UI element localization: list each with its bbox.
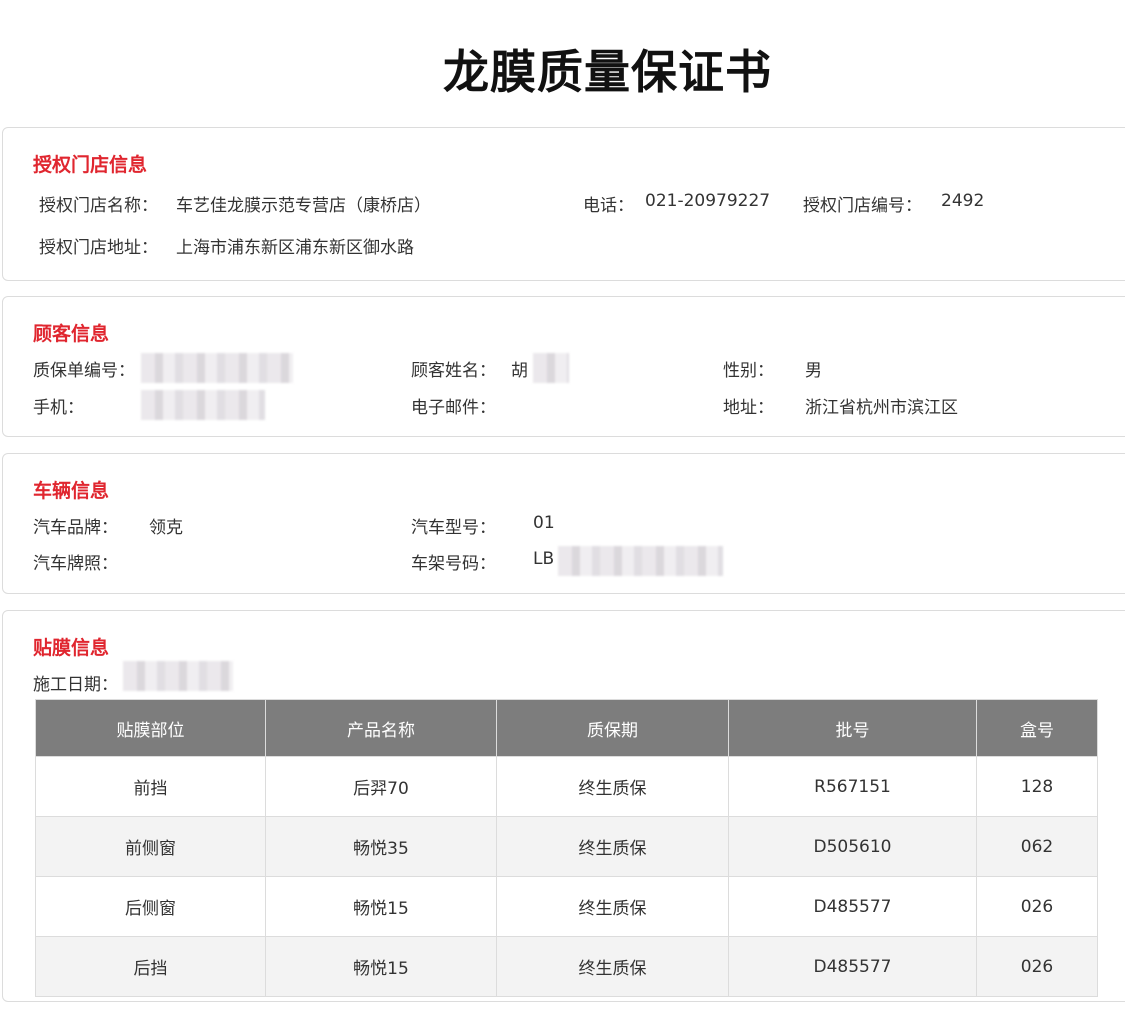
- store-number-label: 授权门店编号：: [803, 196, 922, 216]
- store-address-label: 授权门店地址：: [39, 238, 158, 258]
- table-cell: 后侧窗: [35, 876, 266, 937]
- table-row: 前侧窗 畅悦35 终生质保 D505610 062: [35, 816, 1098, 877]
- vehicle-info-card: 车辆信息 汽车品牌： 领克 汽车型号： 01 汽车牌照： 车架号码： LB: [2, 453, 1125, 594]
- install-date-label: 施工日期：: [33, 675, 118, 695]
- film-info-heading: 贴膜信息: [33, 637, 110, 659]
- table-cell: 后羿70: [265, 756, 497, 817]
- column-header: 产品名称: [265, 699, 497, 757]
- table-cell: 前侧窗: [35, 816, 266, 877]
- warranty-number-label: 质保单编号：: [33, 361, 135, 381]
- table-cell: 畅悦15: [265, 876, 497, 937]
- customer-info-card: 顾客信息 质保单编号： 顾客姓名： 胡 性别： 男 手机： 电子邮件： 地址： …: [2, 296, 1125, 437]
- table-cell: 畅悦35: [265, 816, 497, 877]
- table-cell: D485577: [728, 936, 977, 997]
- car-model-label: 汽车型号：: [411, 518, 496, 538]
- gender-value: 男: [805, 361, 822, 381]
- document-title: 龙膜质量保证书: [443, 45, 772, 99]
- store-phone-label: 电话：: [583, 196, 634, 216]
- table-cell: R567151: [728, 756, 977, 817]
- gender-label: 性别：: [723, 361, 774, 381]
- store-info-card: 授权门店信息 授权门店名称： 车艺佳龙膜示范专营店（康桥店） 电话： 021-2…: [2, 127, 1125, 281]
- table-cell: 终生质保: [496, 756, 729, 817]
- table-cell: D505610: [728, 816, 977, 877]
- store-name-label: 授权门店名称：: [39, 196, 158, 216]
- customer-name-label: 顾客姓名：: [411, 361, 496, 381]
- warranty-number-redacted: [141, 353, 293, 383]
- table-row: 后侧窗 畅悦15 终生质保 D485577 026: [35, 876, 1098, 937]
- vin-label: 车架号码：: [411, 554, 496, 574]
- table-cell: 后挡: [35, 936, 266, 997]
- table-cell: 026: [976, 936, 1098, 997]
- mobile-redacted: [141, 390, 265, 420]
- film-table: 贴膜部位 产品名称 质保期 批号 盒号 前挡 后羿70 终生质保 R567151…: [35, 699, 1098, 997]
- store-address-value: 上海市浦东新区浦东新区御水路: [176, 238, 414, 258]
- table-cell: 062: [976, 816, 1098, 877]
- table-cell: 026: [976, 876, 1098, 937]
- customer-info-heading: 顾客信息: [33, 323, 110, 345]
- table-cell: 128: [976, 756, 1098, 817]
- car-model-value: 01: [533, 513, 555, 533]
- store-name-value: 车艺佳龙膜示范专营店（康桥店）: [176, 196, 431, 216]
- table-cell: 终生质保: [496, 876, 729, 937]
- store-phone-value: 021-20979227: [645, 191, 771, 211]
- store-number-value: 2492: [941, 191, 985, 211]
- mobile-label: 手机：: [33, 398, 84, 418]
- customer-name-value: 胡: [511, 361, 528, 381]
- table-cell: D485577: [728, 876, 977, 937]
- store-info-heading: 授权门店信息: [33, 154, 148, 176]
- vin-value: LB: [533, 549, 555, 569]
- car-brand-value: 领克: [149, 518, 183, 538]
- table-row: 后挡 畅悦15 终生质保 D485577 026: [35, 936, 1098, 997]
- column-header: 贴膜部位: [35, 699, 266, 757]
- customer-address-label: 地址：: [723, 398, 774, 418]
- vehicle-info-heading: 车辆信息: [33, 480, 110, 502]
- vin-redacted: [558, 546, 723, 576]
- table-cell: 前挡: [35, 756, 266, 817]
- customer-name-redacted: [533, 353, 569, 383]
- table-cell: 终生质保: [496, 936, 729, 997]
- column-header: 批号: [728, 699, 977, 757]
- table-cell: 畅悦15: [265, 936, 497, 997]
- license-plate-label: 汽车牌照：: [33, 554, 118, 574]
- table-row: 前挡 后羿70 终生质保 R567151 128: [35, 756, 1098, 817]
- film-table-header: 贴膜部位 产品名称 质保期 批号 盒号: [35, 699, 1098, 757]
- column-header: 质保期: [496, 699, 729, 757]
- column-header: 盒号: [976, 699, 1098, 757]
- install-date-redacted: [123, 661, 233, 691]
- customer-address-value: 浙江省杭州市滨江区: [805, 398, 958, 418]
- table-cell: 终生质保: [496, 816, 729, 877]
- car-brand-label: 汽车品牌：: [33, 518, 118, 538]
- film-info-card: 贴膜信息 施工日期： 贴膜部位 产品名称 质保期 批号 盒号 前挡 后羿70 终…: [2, 610, 1125, 1002]
- email-label: 电子邮件：: [411, 398, 496, 418]
